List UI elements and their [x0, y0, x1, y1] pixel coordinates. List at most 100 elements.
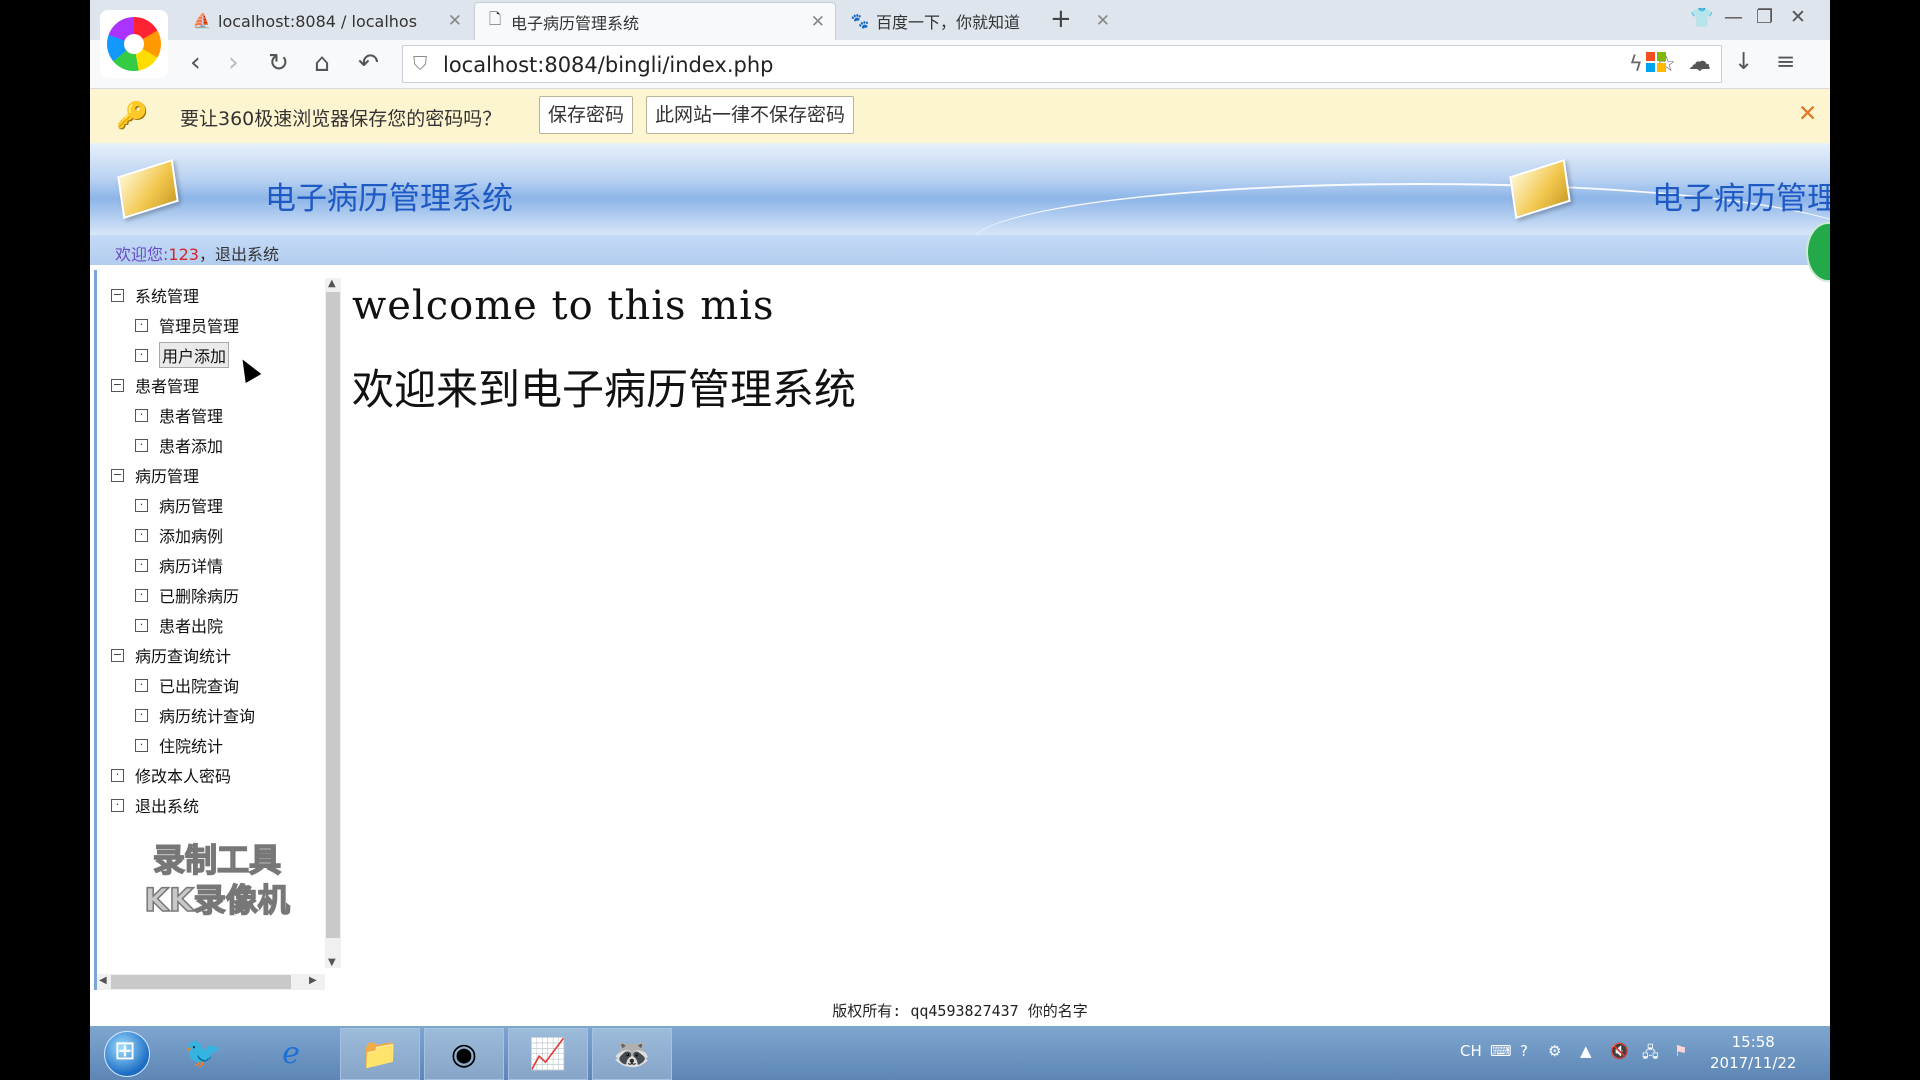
scroll-down-icon[interactable]: ▼	[328, 957, 336, 968]
mouse-cursor-icon	[234, 354, 262, 384]
undo-close-icon[interactable]: ↶	[358, 48, 379, 78]
tab-phpmyadmin[interactable]: ⛵ localhost:8084 / localhos ✕	[182, 2, 472, 40]
logout-link[interactable]: 退出系统	[215, 245, 279, 264]
shield-icon: ⛉	[413, 53, 428, 75]
keyboard-icon[interactable]: ⌨	[1490, 1042, 1512, 1060]
start-button[interactable]	[104, 1031, 150, 1077]
reload-icon[interactable]: ↻	[268, 48, 289, 78]
action-center-flag-icon[interactable]: ⚑	[1674, 1042, 1687, 1060]
menu-item[interactable]: · 患者出院	[135, 612, 223, 638]
vertical-scrollbar[interactable]: ▲ ▼	[325, 278, 341, 968]
tab-close-icon[interactable]: ✕	[1096, 11, 1110, 31]
menu-item[interactable]: · 患者添加	[135, 432, 223, 458]
scroll-up-icon[interactable]: ▲	[328, 278, 336, 289]
menu-icon[interactable]: ≡	[1776, 49, 1795, 75]
browser-logo[interactable]	[100, 10, 168, 78]
collapse-minus-icon[interactable]: −	[111, 288, 124, 302]
collapse-minus-icon[interactable]: −	[111, 378, 124, 392]
recorder-app-icon[interactable]: 🦝	[592, 1028, 672, 1080]
menu-item[interactable]: · 病历统计查询	[135, 702, 255, 728]
tree-leaf-icon[interactable]: ·	[135, 318, 148, 332]
menu-item[interactable]: · 住院统计	[135, 732, 223, 758]
apps-grid-icon[interactable]	[1646, 52, 1666, 72]
cloud-icon[interactable]: ☁	[1688, 49, 1711, 75]
tray-settings-icon[interactable]: ⚙	[1548, 1042, 1561, 1060]
file-explorer-icon[interactable]: 📁	[340, 1028, 420, 1080]
back-arrow-icon[interactable]: ‹	[190, 48, 201, 78]
menu-item[interactable]: · 用户添加	[135, 342, 230, 368]
tree-leaf-icon[interactable]: ·	[135, 738, 148, 752]
tree-leaf-icon[interactable]: ·	[135, 408, 148, 422]
save-password-bar: 🔑 要让360极速浏览器保存您的密码吗？ 保存密码 此网站一律不保存密码 ✕	[90, 89, 1830, 144]
menu-item-label: 退出系统	[135, 797, 200, 816]
sogou-icon[interactable]: 🐦	[164, 1028, 242, 1078]
menu-item[interactable]: · 患者管理	[135, 402, 223, 428]
scroll-left-icon[interactable]: ◀	[99, 975, 107, 986]
shirt-skin-icon[interactable]: 👕	[1690, 6, 1714, 29]
menu-group[interactable]: − 病历查询统计	[111, 642, 231, 668]
collapse-minus-icon[interactable]: −	[111, 468, 124, 482]
tray-expand-icon[interactable]: ▲	[1580, 1042, 1592, 1060]
scrollbar-thumb[interactable]	[326, 292, 340, 938]
browser-360-icon[interactable]: ◉	[424, 1028, 504, 1080]
main-content: welcome to this mis 欢迎来到电子病历管理系统	[352, 270, 1812, 990]
tree-leaf-icon[interactable]: ·	[135, 618, 148, 632]
network-icon[interactable]: 🖧	[1642, 1042, 1659, 1067]
tab-close-icon[interactable]: ✕	[811, 12, 825, 32]
tree-leaf-icon[interactable]: ·	[135, 558, 148, 572]
tab-baidu[interactable]: 🐾 百度一下，你就知道 ✕	[840, 2, 1120, 40]
speaker-muted-icon[interactable]: 🔇	[1610, 1042, 1629, 1060]
home-icon[interactable]: ⌂	[314, 48, 330, 78]
menu-item-label: 病历管理	[135, 467, 200, 486]
download-icon[interactable]: ↓	[1734, 49, 1753, 75]
tab-emr-system[interactable]: 🗋 电子病历管理系统 ✕	[474, 2, 836, 40]
menu-item-label: 已出院查询	[159, 677, 240, 696]
horizontal-scrollbar[interactable]: ◀ ▶	[97, 974, 325, 990]
welcome-text: 欢迎您:123，退出系统	[115, 245, 279, 264]
save-password-button[interactable]: 保存密码	[539, 96, 634, 134]
tree-leaf-icon[interactable]: ·	[135, 678, 148, 692]
address-bar[interactable]: ⛉ localhost:8084/bingli/index.php ϟ ☆ ⌄	[402, 45, 1722, 83]
menu-item[interactable]: · 退出系统	[111, 792, 199, 818]
lightning-icon[interactable]: ϟ	[1629, 52, 1643, 76]
menu-item-label: 修改本人密码	[135, 767, 232, 786]
menu-group[interactable]: − 系统管理	[111, 282, 199, 308]
ie-browser-icon[interactable]: ℯ	[252, 1028, 330, 1078]
collapse-minus-icon[interactable]: −	[111, 648, 124, 662]
menu-group[interactable]: − 病历管理	[111, 462, 199, 488]
scrollbar-thumb[interactable]	[111, 975, 291, 989]
menu-item[interactable]: · 病历管理	[135, 492, 223, 518]
tree-leaf-icon[interactable]: ·	[135, 348, 148, 362]
window-close-button[interactable]: ✕	[1790, 6, 1806, 28]
tree-leaf-icon[interactable]: ·	[111, 798, 124, 812]
forward-arrow-icon[interactable]: ›	[228, 48, 239, 78]
url-text[interactable]: localhost:8084/bingli/index.php	[443, 53, 774, 77]
menu-item[interactable]: · 管理员管理	[135, 312, 239, 338]
tree-leaf-icon[interactable]: ·	[135, 708, 148, 722]
menu-item[interactable]: · 病历详情	[135, 552, 223, 578]
new-tab-button[interactable]: +	[1050, 4, 1072, 34]
tree-leaf-icon[interactable]: ·	[135, 528, 148, 542]
restore-button[interactable]: ❐	[1756, 6, 1773, 28]
menu-item[interactable]: · 已删除病历	[135, 582, 239, 608]
tree-leaf-icon[interactable]: ·	[135, 438, 148, 452]
scroll-right-icon[interactable]: ▶	[309, 975, 317, 986]
tab-close-icon[interactable]: ✕	[448, 11, 462, 31]
tree-leaf-icon[interactable]: ·	[111, 768, 124, 782]
tree-leaf-icon[interactable]: ·	[135, 498, 148, 512]
menu-item[interactable]: · 已出院查询	[135, 672, 239, 698]
chart-app-icon[interactable]: 📈	[508, 1028, 588, 1080]
never-save-password-button[interactable]: 此网站一律不保存密码	[646, 96, 855, 134]
close-icon[interactable]: ✕	[1798, 101, 1817, 127]
menu-item-label: 患者出院	[159, 617, 224, 636]
screen: ⛵ localhost:8084 / localhos ✕ 🗋 电子病历管理系统…	[90, 0, 1830, 1080]
help-icon[interactable]: ?	[1520, 1042, 1528, 1060]
phpmyadmin-icon: ⛵	[192, 12, 212, 30]
menu-group[interactable]: − 患者管理	[111, 372, 199, 398]
tree-leaf-icon[interactable]: ·	[135, 588, 148, 602]
input-language-indicator[interactable]: CH	[1460, 1042, 1482, 1060]
taskbar-clock[interactable]: 15:58 2017/11/22	[1710, 1032, 1796, 1074]
menu-item[interactable]: · 添加病例	[135, 522, 223, 548]
minimize-button[interactable]: —	[1724, 6, 1743, 28]
menu-item[interactable]: · 修改本人密码	[111, 762, 231, 788]
